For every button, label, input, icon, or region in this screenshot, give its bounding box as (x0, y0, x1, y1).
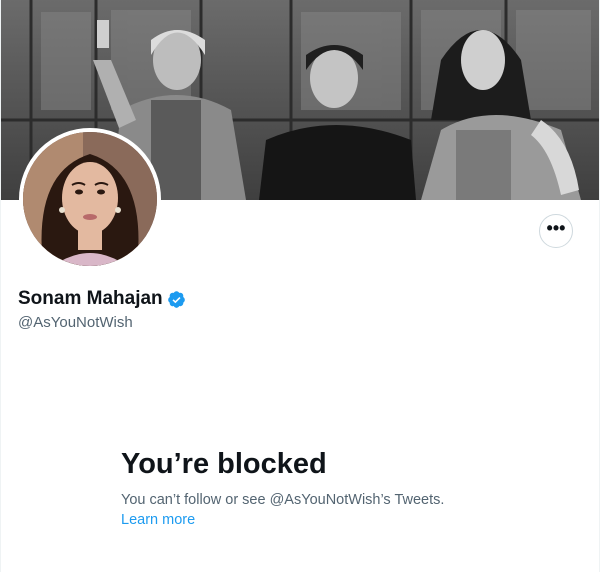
profile-avatar[interactable] (19, 128, 161, 270)
more-options-button[interactable]: ••• (539, 214, 573, 248)
blocked-title: You’re blocked (121, 448, 327, 480)
display-name: Sonam Mahajan (18, 288, 163, 309)
blocked-message: You can’t follow or see @AsYouNotWish’s … (121, 492, 445, 508)
learn-more-link[interactable]: Learn more (121, 510, 195, 530)
blocked-notice: You’re blocked You can’t follow or see @… (121, 446, 481, 530)
profile-page: ••• Sonam Mahajan @AsYouNotWish You’re b… (0, 0, 600, 572)
profile-info: Sonam Mahajan @AsYouNotWish (18, 287, 186, 333)
profile-photo-icon (23, 132, 157, 266)
verified-badge-icon[interactable] (167, 290, 186, 309)
user-handle: @AsYouNotWish (18, 314, 133, 331)
more-horizontal-icon: ••• (546, 218, 566, 238)
name-row: Sonam Mahajan (18, 287, 186, 311)
